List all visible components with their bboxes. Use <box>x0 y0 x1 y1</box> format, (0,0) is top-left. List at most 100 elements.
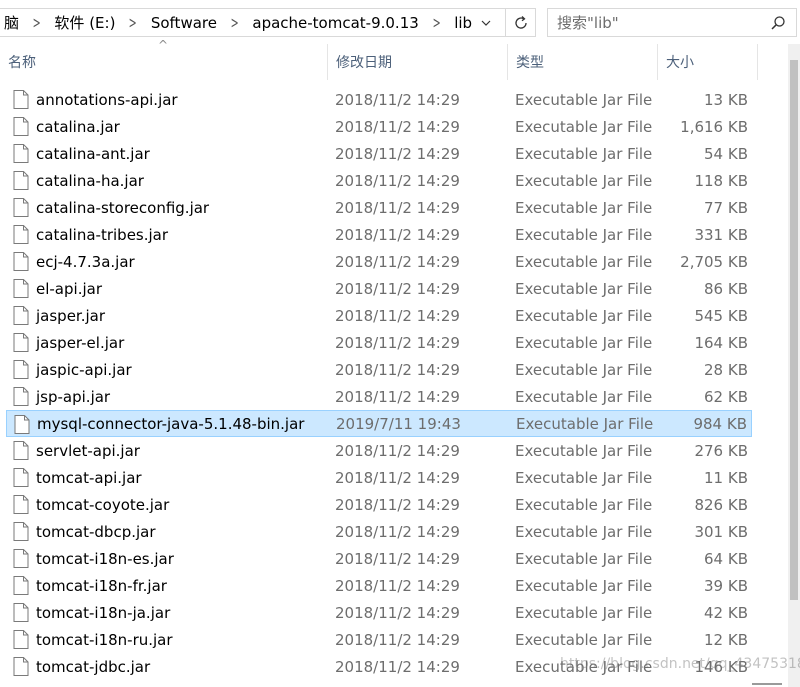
file-row[interactable]: catalina.jar 2018/11/2 14:29 Executable Ja… <box>6 113 752 140</box>
file-type: Executable Jar File <box>515 441 653 460</box>
file-row[interactable]: catalina-ha.jar 2018/11/2 14:29 Executable… <box>6 167 752 194</box>
file-row[interactable]: tomcat-coyote.jar 2018/11/2 14:29 Executab… <box>6 491 752 518</box>
file-size: 77 KB <box>704 198 748 217</box>
file-type: Executable Jar File <box>515 549 653 568</box>
file-type: Executable Jar File <box>515 576 653 595</box>
file-size: 164 KB <box>694 333 748 352</box>
search-icon[interactable] <box>766 11 790 35</box>
file-row[interactable]: annotations-api.jar 2018/11/2 14:29 Execut… <box>6 86 752 113</box>
file-date: 2019/7/11 19:43 <box>336 414 461 433</box>
chevron-down-icon <box>481 20 491 26</box>
navigation-bar: 脑 > 软件 (E:) > Software > apache-tomcat-9… <box>0 0 800 44</box>
file-size: 2,705 KB <box>680 252 748 271</box>
file-icon <box>13 360 29 379</box>
search-box[interactable]: 搜索"lib" <box>547 8 797 37</box>
file-date: 2018/11/2 14:29 <box>335 333 460 352</box>
file-type: Executable Jar File <box>515 306 653 325</box>
file-type: Executable Jar File <box>515 225 653 244</box>
file-row[interactable]: jasper.jar 2018/11/2 14:29 Executable Jar … <box>6 302 752 329</box>
file-row[interactable]: tomcat-i18n-ru.jar 2018/11/2 14:29 Executa… <box>6 626 752 653</box>
file-name: tomcat-jdbc.jar <box>36 657 151 676</box>
column-headers: ^ 名称 修改日期 类型 大小 <box>0 38 788 80</box>
file-type: Executable Jar File <box>515 252 653 271</box>
refresh-button[interactable] <box>505 9 535 36</box>
file-icon <box>13 522 29 541</box>
file-type: Executable Jar File <box>515 360 653 379</box>
file-icon <box>13 630 29 649</box>
file-icon <box>13 279 29 298</box>
column-header-date[interactable]: 修改日期 <box>328 44 508 80</box>
file-size: 1,616 KB <box>680 117 748 136</box>
file-type: Executable Jar File <box>515 144 653 163</box>
file-row[interactable]: tomcat-i18n-fr.jar 2018/11/2 14:29 Executa… <box>6 572 752 599</box>
file-row[interactable]: jsp-api.jar 2018/11/2 14:29 Executable Jar… <box>6 383 752 410</box>
file-row[interactable]: ecj-4.7.3a.jar 2018/11/2 14:29 Executable … <box>6 248 752 275</box>
scrollbar-thumb[interactable] <box>790 60 798 600</box>
file-icon <box>13 252 29 271</box>
column-header-size[interactable]: 大小 <box>658 44 758 80</box>
file-row[interactable]: servlet-api.jar 2018/11/2 14:29 Executable… <box>6 437 752 464</box>
chevron-right-icon[interactable]: > <box>28 13 44 32</box>
file-date: 2018/11/2 14:29 <box>335 441 460 460</box>
address-history-button[interactable] <box>473 9 499 36</box>
file-icon <box>13 576 29 595</box>
file-icon <box>14 415 30 434</box>
file-name: catalina-tribes.jar <box>36 225 169 244</box>
file-row[interactable]: tomcat-dbcp.jar 2018/11/2 14:29 Executable… <box>6 518 752 545</box>
file-row[interactable]: catalina-storeconfig.jar 2018/11/2 14:29 E… <box>6 194 752 221</box>
search-input[interactable]: 搜索"lib" <box>548 12 766 33</box>
file-type: Executable Jar File <box>515 117 653 136</box>
file-size: 64 KB <box>704 549 748 568</box>
file-date: 2018/11/2 14:29 <box>335 576 460 595</box>
file-date: 2018/11/2 14:29 <box>335 198 460 217</box>
file-name: tomcat-dbcp.jar <box>36 522 156 541</box>
file-type: Executable Jar File <box>515 171 653 190</box>
file-row[interactable]: jasper-el.jar 2018/11/2 14:29 Executable J… <box>6 329 752 356</box>
breadcrumb-item-software[interactable]: Software <box>147 14 221 32</box>
column-header-type[interactable]: 类型 <box>508 44 658 80</box>
file-date: 2018/11/2 14:29 <box>335 603 460 622</box>
file-row[interactable]: mysql-connector-java-5.1.48-bin.jar 2019/… <box>6 410 752 437</box>
file-icon <box>13 306 29 325</box>
file-size: 54 KB <box>704 144 748 163</box>
chevron-right-icon[interactable]: > <box>428 13 444 32</box>
file-name: catalina.jar <box>36 117 120 136</box>
file-date: 2018/11/2 14:29 <box>335 252 460 271</box>
file-row[interactable]: tomcat-api.jar 2018/11/2 14:29 Executable … <box>6 464 752 491</box>
breadcrumb-item-tomcat[interactable]: apache-tomcat-9.0.13 <box>248 14 422 32</box>
file-size: 984 KB <box>693 414 747 433</box>
vertical-scrollbar[interactable] <box>788 44 800 687</box>
file-date: 2018/11/2 14:29 <box>335 657 460 676</box>
file-row[interactable]: catalina-tribes.jar 2018/11/2 14:29 Execut… <box>6 221 752 248</box>
file-row[interactable]: catalina-ant.jar 2018/11/2 14:29 Executabl… <box>6 140 752 167</box>
file-size: 12 KB <box>704 630 748 649</box>
file-type: Executable Jar File <box>515 387 653 406</box>
file-name: jaspic-api.jar <box>36 360 132 379</box>
file-size: 39 KB <box>704 576 748 595</box>
breadcrumb-item-drive[interactable]: 软件 (E:) <box>50 12 119 33</box>
file-name: servlet-api.jar <box>36 441 140 460</box>
chevron-right-icon[interactable]: > <box>226 13 242 32</box>
file-icon <box>13 549 29 568</box>
file-size: 28 KB <box>704 360 748 379</box>
file-size: 276 KB <box>694 441 748 460</box>
chevron-right-icon[interactable]: > <box>125 13 141 32</box>
file-type: Executable Jar File <box>515 495 653 514</box>
file-row[interactable]: jaspic-api.jar 2018/11/2 14:29 Executable … <box>6 356 752 383</box>
file-type: Executable Jar File <box>515 522 653 541</box>
file-name: tomcat-i18n-es.jar <box>36 549 174 568</box>
file-name: annotations-api.jar <box>36 90 178 109</box>
file-icon <box>13 468 29 487</box>
file-name: jsp-api.jar <box>36 387 111 406</box>
file-name: tomcat-i18n-fr.jar <box>36 576 167 595</box>
file-date: 2018/11/2 14:29 <box>335 117 460 136</box>
address-bar[interactable]: 脑 > 软件 (E:) > Software > apache-tomcat-9… <box>0 8 536 37</box>
file-row[interactable]: el-api.jar 2018/11/2 14:29 Executable Jar … <box>6 275 752 302</box>
file-row[interactable]: tomcat-i18n-ja.jar 2018/11/2 14:29 Executa… <box>6 599 752 626</box>
file-row[interactable]: tomcat-i18n-es.jar 2018/11/2 14:29 Executa… <box>6 545 752 572</box>
file-icon <box>13 117 29 136</box>
file-date: 2018/11/2 14:29 <box>335 360 460 379</box>
column-header-name[interactable]: 名称 <box>0 44 328 80</box>
breadcrumb-item-computer[interactable]: 脑 <box>0 12 23 33</box>
file-date: 2018/11/2 14:29 <box>335 171 460 190</box>
